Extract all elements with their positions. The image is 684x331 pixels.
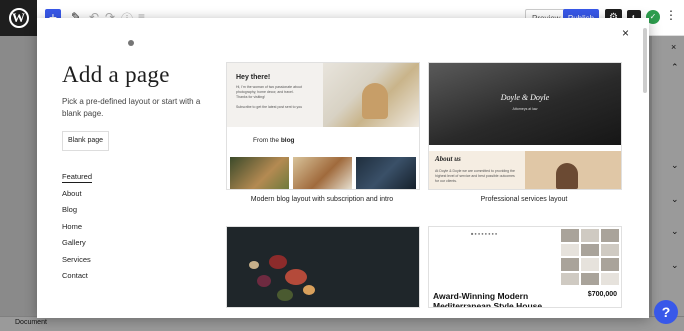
grid-photo: [561, 243, 579, 256]
add-page-modal: × Add a page Pick a pre-defined layout o…: [37, 18, 649, 318]
category-blog[interactable]: Blog: [62, 204, 92, 221]
person-figure: [362, 83, 388, 119]
grid-photo: [561, 258, 579, 271]
preview-subscribe: Subscribe to get the latest post sent to…: [236, 105, 303, 109]
breadcrumb[interactable]: Document: [15, 319, 47, 326]
chevron-down-icon[interactable]: ⌄: [671, 226, 679, 237]
category-services[interactable]: Services: [62, 254, 92, 271]
layout-preview-blog[interactable]: Hey there! Hi, I'm the woman of two pass…: [226, 62, 420, 190]
flower-shape: [285, 269, 307, 285]
close-sidebar-icon[interactable]: ×: [671, 42, 676, 52]
wordpress-logo[interactable]: W: [0, 0, 37, 35]
flower-shape: [303, 285, 315, 295]
preview-text: Hi, I'm the woman of two passionate abou…: [236, 85, 306, 110]
preview-about-heading: About us: [435, 155, 461, 163]
close-icon[interactable]: ×: [622, 26, 629, 40]
grid-photo: [601, 229, 619, 242]
building-photo: [429, 63, 621, 145]
grid-photo: [561, 229, 579, 242]
blog-image: [293, 157, 352, 189]
grid-photo: [561, 272, 579, 285]
blank-page-button[interactable]: Blank page: [62, 131, 109, 151]
blog-image: [230, 157, 289, 189]
chevron-down-icon[interactable]: ⌄: [671, 194, 679, 205]
modal-scrollbar[interactable]: [643, 28, 647, 93]
preview-heading: Hey there!: [236, 74, 271, 81]
preview-listing-title: Award-Winning Modern Mediterranean Style…: [433, 291, 543, 308]
grid-photo: [601, 243, 619, 256]
chevron-down-icon[interactable]: ⌄: [671, 260, 679, 271]
more-options-icon[interactable]: ⋮: [665, 8, 677, 22]
layout-caption: Professional services layout: [480, 196, 568, 203]
category-gallery[interactable]: Gallery: [62, 237, 92, 254]
layout-preview-real-estate[interactable]: ■●●●●●●● Award-Winning Modern Mediterran…: [428, 226, 622, 308]
preview-price: $700,000: [587, 291, 617, 298]
category-contact[interactable]: Contact: [62, 270, 92, 287]
wordpress-logo-icon: W: [8, 7, 29, 28]
flower-shape: [277, 289, 293, 301]
layout-caption: Modern blog layout with subscription and…: [250, 196, 394, 203]
preview-about-text: At Doyle & Doyle we are committed to pro…: [435, 169, 515, 183]
preview-intro: Hi, I'm the woman of two passionate abou…: [236, 85, 302, 99]
blog-image: [356, 157, 416, 189]
photo-grid: [559, 227, 621, 287]
flower-shape: [257, 275, 271, 287]
flower-shape: [249, 261, 259, 269]
category-list: Featured About Blog Home Gallery Service…: [62, 171, 93, 287]
flower-shape: [269, 255, 287, 269]
preview-section-title: From the blog: [253, 137, 295, 144]
grid-photo: [601, 258, 619, 271]
carousel-dots: ■●●●●●●●: [471, 231, 499, 236]
decorative-dot: [128, 40, 134, 46]
preview-brand: Doyle & Doyle: [500, 93, 550, 102]
grid-photo: [601, 272, 619, 285]
category-about[interactable]: About: [62, 188, 92, 205]
collapse-icon[interactable]: ⌃: [671, 62, 679, 73]
grid-photo: [581, 258, 599, 271]
category-home[interactable]: Home: [62, 221, 92, 238]
category-featured[interactable]: Featured: [62, 171, 93, 188]
preview-tagline: Attorneys at law: [512, 107, 538, 111]
chevron-down-icon[interactable]: ⌄: [671, 160, 679, 171]
layout-preview-services[interactable]: Doyle & Doyle Attorneys at law About us …: [428, 62, 622, 190]
settings-sidebar: × ⌃ ⌄ ⌄ ⌄ ⌄: [652, 36, 684, 331]
modal-title: Add a page: [62, 62, 170, 87]
grid-photo: [581, 272, 599, 285]
editor-footer: Document: [0, 316, 684, 331]
modal-description: Pick a pre-defined layout or start with …: [62, 97, 201, 118]
grid-photo: [581, 243, 599, 256]
help-button[interactable]: ?: [654, 300, 678, 324]
grid-photo: [581, 229, 599, 242]
layout-preview-flowers[interactable]: [226, 226, 420, 308]
portrait-figure: [556, 163, 578, 189]
